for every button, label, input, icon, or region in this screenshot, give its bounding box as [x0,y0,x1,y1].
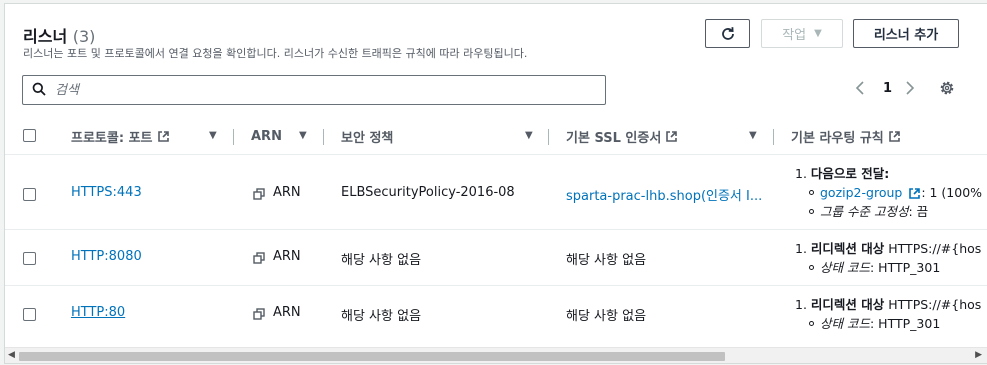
protocol-port-link[interactable]: HTTP:80 [71,305,125,320]
bullet-icon [809,321,814,326]
external-link-icon [666,130,678,142]
listener-count: (3) [72,27,96,46]
rule-action: 리디렉션 대상 [810,241,885,256]
rule-index: 1. [795,241,811,256]
horizontal-scrollbar[interactable]: ◀ ▶ [5,347,987,363]
sort-icon[interactable]: ▼ [525,130,533,141]
rule-index: 1. [795,166,811,181]
external-link-icon [888,130,900,142]
security-policy: 해당 사항 없음 [341,309,422,324]
security-policy: ELBSecurityPolicy-2016-08 [341,185,515,200]
column-label: 기본 SSL 인증서 [566,130,662,146]
ssl-cert: 해당 사항 없음 [566,309,647,324]
column-label: ARN [251,128,282,144]
column-arn[interactable]: ARN [251,117,282,155]
ssl-cert-link[interactable]: sparta-prac-lhb.shop(인증서 I... [566,185,762,204]
protocol-port-link[interactable]: HTTP:8080 [71,249,142,264]
routing-rule: 1. 다음으로 전달: gozip2-group : 1 (100% 그룹 수준… [795,164,982,221]
column-divider[interactable] [323,129,324,145]
current-page[interactable]: 1 [883,81,892,96]
table-row[interactable]: HTTP:80 ARN 해당 사항 없음 해당 사항 없음 1. 리디렉션 대상… [5,287,987,342]
status-code-value: : HTTP_301 [869,260,941,275]
column-divider[interactable] [233,129,234,145]
chevron-left-icon[interactable] [855,81,865,99]
arn-label: ARN [273,305,301,320]
status-code-label: 상태 코드 [820,316,870,331]
routing-rule: 1. 리디렉션 대상 HTTPS://#{hos 상태 코드: HTTP_301 [795,295,981,333]
status-code-value: : HTTP_301 [869,316,941,331]
gear-icon[interactable] [939,80,955,100]
bullet-icon [809,190,814,195]
arn-label: ARN [273,185,301,200]
external-link-icon[interactable] [908,187,921,200]
sort-icon[interactable]: ▼ [749,130,757,141]
actions-dropdown-button[interactable]: 작업 ▼ [761,19,843,48]
ssl-cert: 해당 사항 없음 [566,253,647,268]
search-box[interactable] [22,75,606,105]
title-text: 리스너 [23,27,68,46]
row-checkbox[interactable] [23,252,36,265]
search-input[interactable] [53,79,593,101]
target-weight: : 1 (100% [921,185,983,200]
column-protocol-port[interactable]: 프로토콜: 포트 [71,117,170,155]
row-checkbox[interactable] [23,308,36,321]
search-icon [32,82,46,96]
table-row[interactable]: HTTP:8080 ARN 해당 사항 없음 해당 사항 없음 1. 리디렉션 … [5,231,987,286]
external-link-icon [157,130,169,142]
redirect-target: HTTPS://#{hos [884,297,982,312]
panel-description: 리스너는 포트 및 프로토콜에서 연결 요청을 확인합니다. 리스너가 수신한 … [23,47,528,60]
refresh-icon [721,26,734,40]
bullet-icon [809,265,814,270]
table-header: 프로토콜: 포트 ▼ ARN ▼ 보안 정책 ▼ 기본 SSL 인증서 ▼ 기본… [5,117,987,155]
security-policy: 해당 사항 없음 [341,253,422,268]
stickiness-value: : 끔 [908,204,929,219]
table-row[interactable]: HTTPS:443 ARN ELBSecurityPolicy-2016-08 … [5,156,987,230]
actions-label: 작업 [782,28,807,43]
row-checkbox[interactable] [23,188,36,201]
status-code-label: 상태 코드 [820,260,870,275]
panel-title: 리스너 (3) [23,23,95,47]
sort-icon[interactable]: ▼ [299,130,307,141]
column-routing-rules[interactable]: 기본 라우팅 규칙 [791,117,901,155]
rule-index: 1. [795,297,811,312]
refresh-button[interactable] [705,19,750,48]
listeners-panel: 리스너 (3) 리스너는 포트 및 프로토콜에서 연결 요청을 확인합니다. 리… [4,3,987,364]
column-label: 보안 정책 [341,130,394,146]
column-label: 기본 라우팅 규칙 [791,130,884,146]
chevron-right-icon[interactable] [905,81,915,99]
target-group-link[interactable]: gozip2-group [820,185,902,200]
protocol-port-link[interactable]: HTTPS:443 [71,185,142,200]
scroll-right-arrow-icon[interactable]: ▶ [975,350,982,360]
rule-action: 리디렉션 대상 [810,297,885,312]
column-divider[interactable] [548,129,549,145]
sort-icon[interactable]: ▼ [209,130,217,141]
caret-down-icon: ▼ [814,28,822,39]
scrollbar-thumb[interactable] [19,352,725,361]
bullet-icon [809,209,814,214]
add-listener-button[interactable]: 리스너 추가 [853,19,959,48]
copy-icon[interactable] [253,308,265,320]
column-security-policy[interactable]: 보안 정책 [341,117,393,155]
scroll-left-arrow-icon[interactable]: ◀ [8,350,15,360]
rule-action: 다음으로 전달: [810,166,890,181]
column-ssl-cert[interactable]: 기본 SSL 인증서 [566,117,678,155]
copy-icon[interactable] [253,252,265,264]
column-divider[interactable] [773,129,774,145]
column-label: 프로토콜: 포트 [71,130,153,146]
redirect-target: HTTPS://#{hos [884,241,982,256]
arn-label: ARN [273,249,301,264]
stickiness-label: 그룹 수준 고정성 [820,204,909,219]
select-all-checkbox[interactable] [23,129,36,142]
copy-icon[interactable] [253,188,265,200]
routing-rule: 1. 리디렉션 대상 HTTPS://#{hos 상태 코드: HTTP_301 [795,239,981,277]
